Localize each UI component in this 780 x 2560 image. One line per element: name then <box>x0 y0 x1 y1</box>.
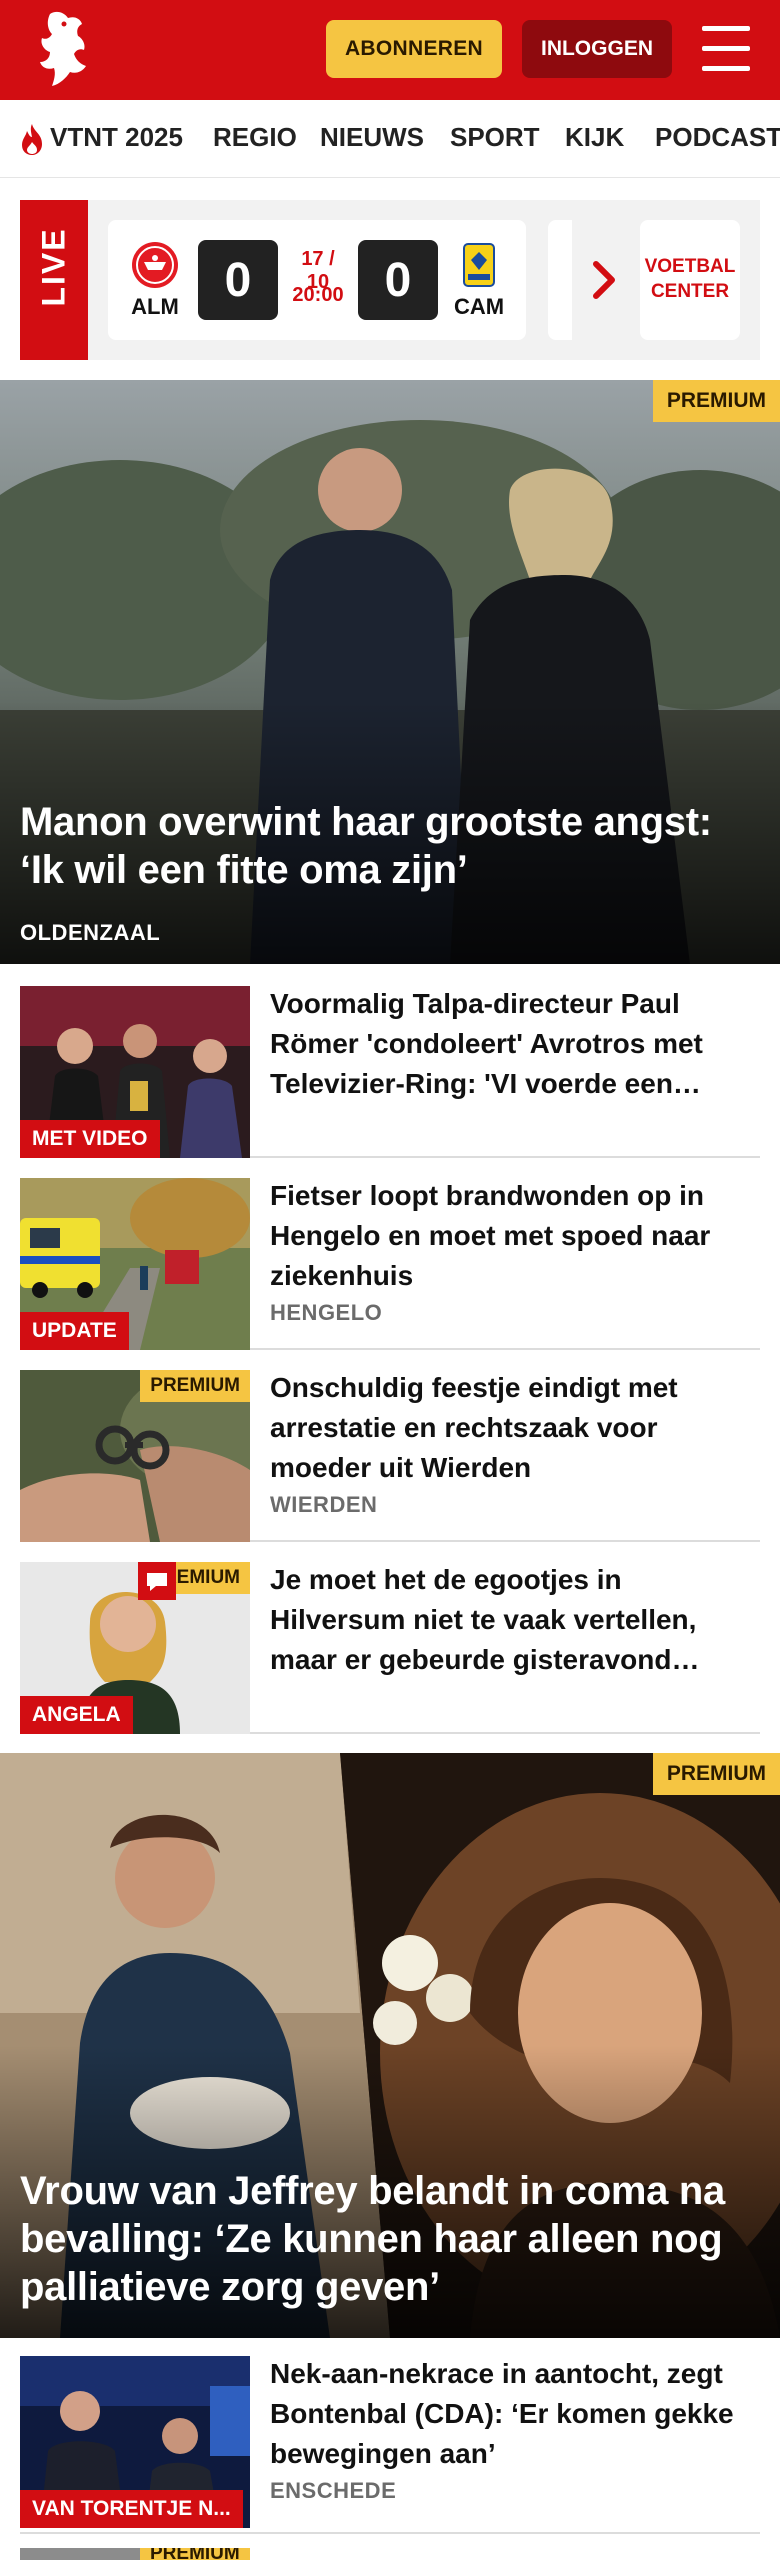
almere-team-logo <box>132 242 178 288</box>
voetbal-center-button[interactable]: VOETBAL CENTER <box>640 220 740 340</box>
home-score: 0 <box>198 240 278 320</box>
away-team-code: CAM <box>453 294 505 319</box>
article-thumbnail: PREMIUM ANGELA <box>20 1562 250 1734</box>
premium-badge: PREMIUM <box>140 1370 250 1402</box>
match-card[interactable]: ALM 0 17 / 10 20:00 0 CAM <box>108 220 526 340</box>
article-thumbnail: PREMIUM <box>20 1370 250 1542</box>
list-item[interactable]: PREMIUM ANGELA Je moet het de egootjes i… <box>20 1544 760 1734</box>
article-location: HENGELO <box>270 1300 383 1325</box>
menu-icon[interactable] <box>702 26 750 72</box>
nav-item-nieuws[interactable]: NIEUWS <box>320 122 424 153</box>
list-item[interactable]: MET VIDEO Voormalig Talpa-directeur Paul… <box>20 968 760 1158</box>
premium-badge: PREMIUM <box>652 1753 780 1795</box>
home-team-code: ALM <box>131 294 179 319</box>
article-title[interactable]: Fietser loopt brandwonden op in Hengelo … <box>270 1176 760 1296</box>
article-title[interactable]: Je moet het de egootjes in Hilversum nie… <box>270 1560 760 1680</box>
flame-icon <box>22 124 42 155</box>
premium-badge: PREMIUM <box>652 380 780 422</box>
article-location: WIERDEN <box>270 1492 378 1517</box>
nav-item-vtnt[interactable]: VTNT 2025 <box>50 122 183 153</box>
series-badge: VAN TORENTJE N... <box>20 2490 243 2528</box>
subscribe-button[interactable]: ABONNEREN <box>326 20 502 78</box>
list-item[interactable]: VAN TORENTJE N... Nek-aan-nekrace in aan… <box>20 2338 760 2534</box>
hero-article-jeffrey[interactable]: PREMIUM Vrouw van Jeffrey belandt in com… <box>0 1753 780 2338</box>
article-title[interactable]: Onschuldig feestje eindigt met arrestati… <box>270 1368 760 1488</box>
article-thumbnail: MET VIDEO <box>20 986 250 1158</box>
nav-item-regio[interactable]: REGIO <box>213 122 297 153</box>
nav-item-kijk[interactable]: KIJK <box>565 122 624 153</box>
nav-item-sport[interactable]: SPORT <box>450 122 540 153</box>
main-nav: VTNT 2025 REGIO NIEUWS SPORT KIJK PODCAS… <box>0 100 780 178</box>
article-thumbnail: VAN TORENTJE N... <box>20 2356 250 2528</box>
live-label: LIVE <box>35 227 72 307</box>
next-match-card-peek[interactable] <box>548 220 572 340</box>
list-item[interactable]: PREMIUM Onschuldig feestje eindigt met a… <box>20 1352 760 1542</box>
live-scores-strip: LIVE ALM 0 17 / 10 20:00 0 CAM VOETBAL C… <box>20 200 760 360</box>
away-score: 0 <box>358 240 438 320</box>
hero-title[interactable]: Vrouw van Jeffrey belandt in coma na bev… <box>20 2167 760 2311</box>
author-badge: ANGELA <box>20 1696 133 1734</box>
site-header: ABONNEREN INLOGGEN <box>0 0 780 100</box>
video-badge: MET VIDEO <box>20 1120 160 1158</box>
login-button[interactable]: INLOGGEN <box>522 20 672 78</box>
article-thumbnail: UPDATE <box>20 1178 250 1350</box>
match-time: 20:00 <box>292 284 344 306</box>
premium-badge: PREMIUM <box>140 2548 250 2560</box>
cambuur-team-logo <box>463 243 495 287</box>
article-title[interactable]: Voormalig Talpa-directeur Paul Römer 'co… <box>270 984 760 1104</box>
article-location: ENSCHEDE <box>270 2478 397 2503</box>
nav-item-podcast[interactable]: PODCAST <box>655 122 780 153</box>
list-item[interactable]: PREMIUM <box>20 2536 760 2560</box>
hero-location: OLDENZAAL <box>20 920 161 945</box>
tubantia-horse-logo[interactable] <box>20 8 106 92</box>
update-badge: UPDATE <box>20 1312 129 1350</box>
live-tab: LIVE <box>20 200 88 360</box>
comment-icon <box>138 1562 176 1600</box>
hero-article-manon[interactable]: PREMIUM Manon overwint haar grootste ang… <box>0 380 780 964</box>
article-title[interactable]: Nek-aan-nekrace in aantocht, zegt Bonten… <box>270 2354 760 2474</box>
chevron-right-icon[interactable] <box>590 258 620 302</box>
list-item[interactable]: UPDATE Fietser loopt brandwonden op in H… <box>20 1160 760 1350</box>
hero-title[interactable]: Manon overwint haar grootste angst: ‘Ik … <box>20 798 760 894</box>
